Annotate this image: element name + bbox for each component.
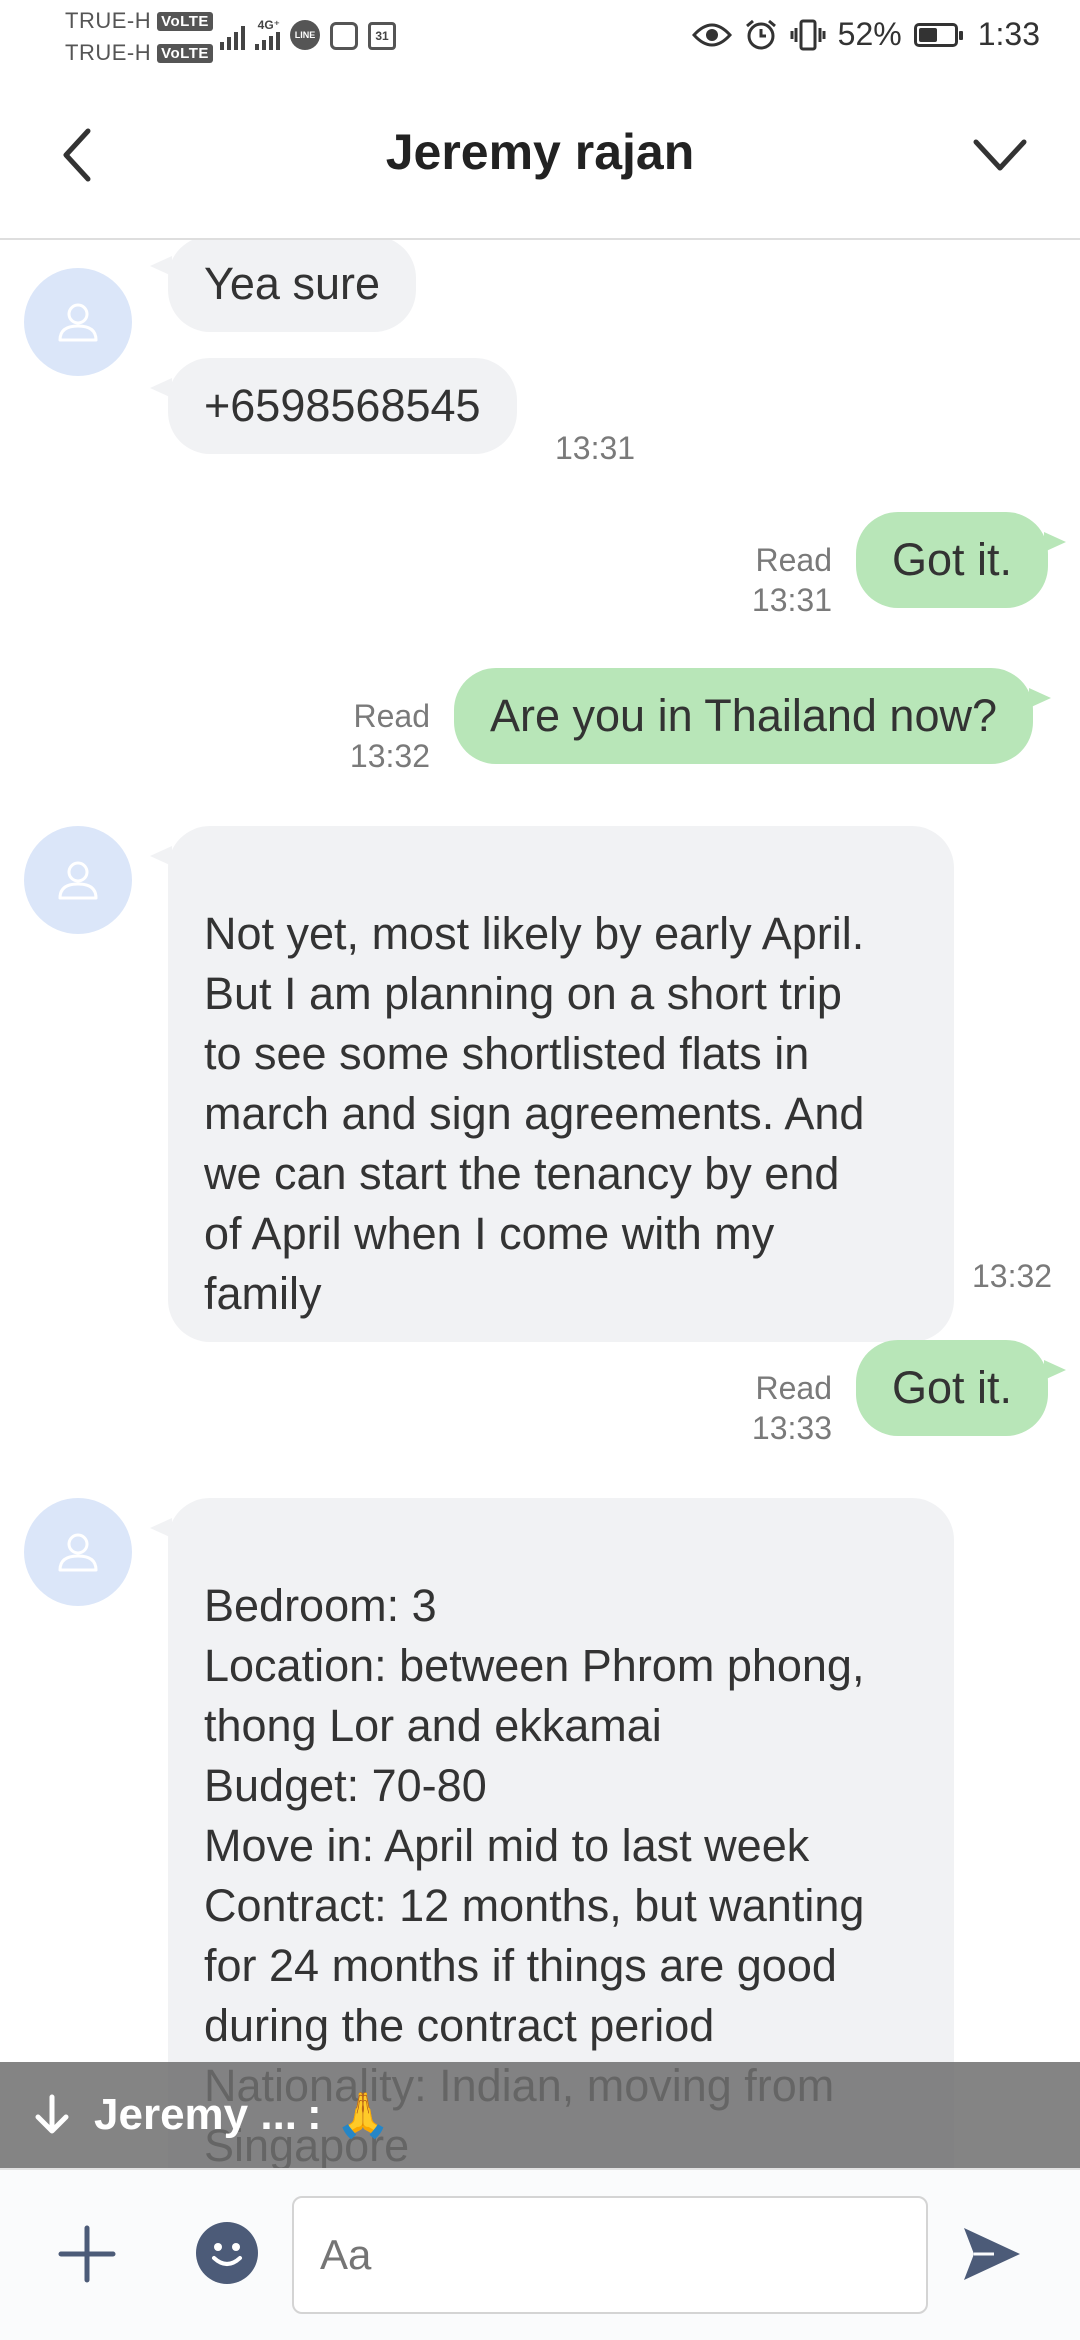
message-read-status: Read 13:32 xyxy=(300,696,430,776)
signal-icon xyxy=(220,22,245,50)
plus-icon[interactable] xyxy=(55,2222,119,2286)
message-bubble-outgoing[interactable]: Got it. xyxy=(856,1340,1067,1436)
message-bubble-incoming[interactable]: Yea sure xyxy=(150,240,416,332)
new-message-notification[interactable]: Jeremy ... : 🙏 xyxy=(0,2062,1080,2168)
arrow-down-icon xyxy=(35,2094,69,2134)
carrier-1-label: TRUE-H xyxy=(65,8,152,33)
eye-icon xyxy=(691,23,732,46)
avatar[interactable] xyxy=(24,1498,132,1606)
volte-badge-2: VoLTE xyxy=(157,44,213,63)
read-label: Read xyxy=(755,1370,833,1406)
avatar[interactable] xyxy=(24,826,132,934)
message-bubble-outgoing[interactable]: Got it. xyxy=(856,512,1067,608)
notification-separator: : xyxy=(307,2090,322,2139)
message-text: Not yet, most likely by early April. But… xyxy=(204,908,865,1319)
message-bubble-outgoing[interactable]: Are you in Thailand now? xyxy=(454,668,1051,764)
notification-sender: Jeremy ... xyxy=(94,2090,298,2139)
message-bubble-incoming[interactable]: Not yet, most likely by early April. But… xyxy=(150,826,954,1342)
message-input[interactable] xyxy=(292,2196,928,2314)
message-text: +6598568545 xyxy=(204,380,481,431)
clock: 1:33 xyxy=(977,16,1040,52)
person-icon xyxy=(58,1533,98,1572)
chevron-down-icon[interactable] xyxy=(970,130,1030,180)
vibrate-icon xyxy=(790,19,826,50)
status-icons-left: 4G⁺ LINE 31 xyxy=(220,18,396,50)
carrier-2: TRUE-H VoLTE xyxy=(65,40,213,66)
briefcase-icon xyxy=(330,22,358,50)
network-type-label: 4G⁺ xyxy=(257,18,280,32)
carrier-2-label: TRUE-H xyxy=(65,40,152,65)
send-icon[interactable] xyxy=(960,2222,1024,2286)
chat-messages[interactable]: Yea sure +6598568545 13:31 Read 13:31 Go… xyxy=(0,240,1080,2170)
message-text: Yea sure xyxy=(204,258,380,309)
avatar[interactable] xyxy=(24,268,132,376)
message-text: Got it. xyxy=(892,534,1013,585)
line-app-icon: LINE xyxy=(290,20,320,50)
message-text: Are you in Thailand now? xyxy=(490,690,997,741)
message-time: 13:32 xyxy=(349,738,430,774)
notification-emoji: 🙏 xyxy=(335,2091,391,2140)
carrier-1: TRUE-H VoLTE xyxy=(65,8,213,34)
chat-header: Jeremy rajan xyxy=(0,75,1080,240)
status-bar: TRUE-H VoLTE TRUE-H VoLTE 4G⁺ LINE 31 52% … xyxy=(0,0,1080,75)
message-time: 13:32 xyxy=(972,1258,1053,1294)
message-time: 13:33 xyxy=(751,1410,832,1446)
message-time: 13:31 xyxy=(751,582,832,618)
message-read-status: Read 13:33 xyxy=(700,1368,832,1448)
read-label: Read xyxy=(353,698,431,734)
page-title: Jeremy rajan xyxy=(385,124,695,180)
person-icon xyxy=(58,303,98,342)
message-input-bar xyxy=(0,2168,1080,2340)
status-icons-right: 52% 1:33 xyxy=(691,16,1040,53)
battery-icon xyxy=(913,22,963,47)
message-read-status: Read 13:31 xyxy=(700,540,832,620)
message-time: 13:31 xyxy=(555,430,636,466)
calendar-icon: 31 xyxy=(368,22,396,50)
message-text: Got it. xyxy=(892,1362,1013,1413)
signal-icon-2 xyxy=(255,32,280,50)
emoji-icon[interactable] xyxy=(196,2222,258,2284)
battery-percent: 52% xyxy=(837,16,902,52)
read-label: Read xyxy=(755,542,833,578)
message-bubble-incoming[interactable]: +6598568545 xyxy=(150,358,517,454)
volte-badge: VoLTE xyxy=(157,12,213,31)
person-icon xyxy=(58,861,98,900)
alarm-icon xyxy=(745,19,776,49)
